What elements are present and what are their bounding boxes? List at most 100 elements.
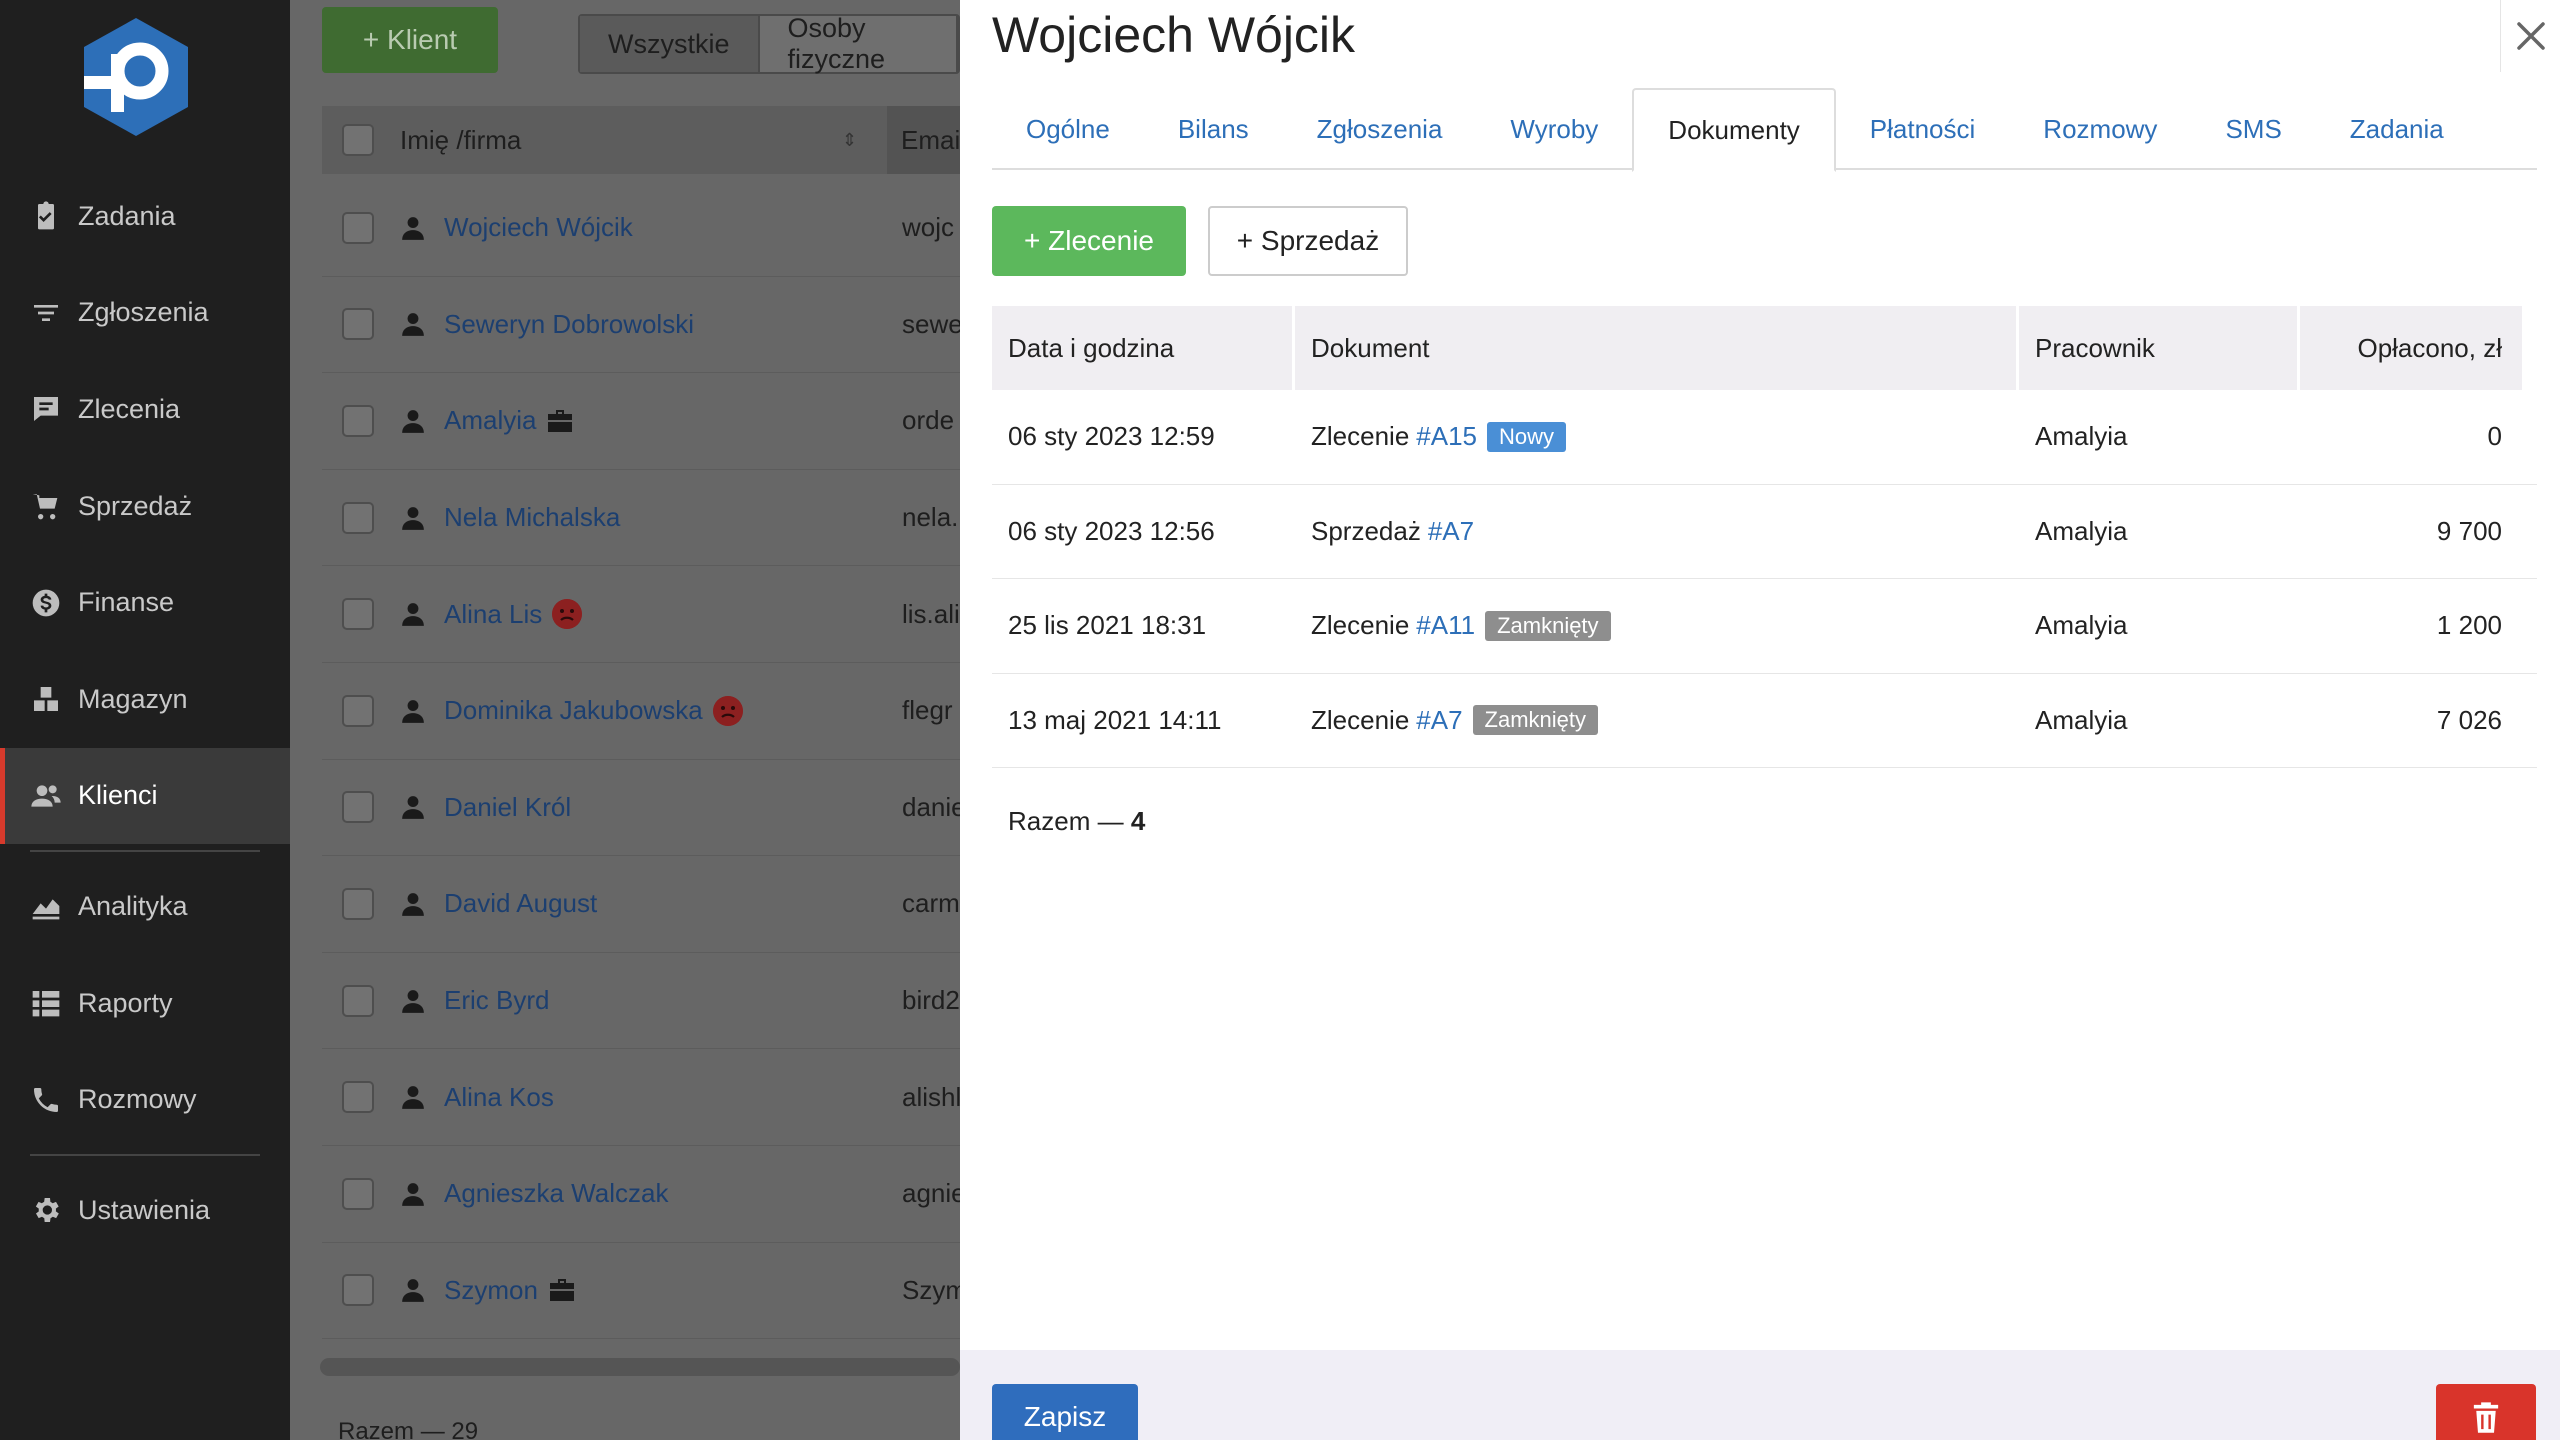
client-name[interactable]: Alina Lis [444,599,542,630]
row-checkbox[interactable] [342,1081,374,1114]
row-checkbox[interactable] [342,984,374,1017]
row-checkbox[interactable] [342,1177,374,1210]
document-cell: Zlecenie #A11 Zamknięty [1295,579,2016,673]
document-link[interactable]: #A7 [1428,516,1474,547]
client-name-link[interactable]: Nela Michalska [444,502,620,533]
app-logo-icon[interactable] [80,16,192,138]
sidebar-item-zgloszenia[interactable]: Zgłoszenia [0,265,290,362]
client-name[interactable]: Amalyia [444,405,536,436]
filter-individuals-button[interactable]: Osoby fizyczne [759,13,958,74]
table-row[interactable]: Alina Kos alishl [322,1049,960,1146]
client-email: orde [902,405,955,436]
client-name-link[interactable]: Daniel Król [444,792,571,823]
sidebar-item-finanse[interactable]: Finanse [0,554,290,651]
row-checkbox[interactable] [342,501,374,534]
client-name-link[interactable]: Agnieszka Walczak [444,1178,668,1209]
save-button[interactable]: Zapisz [992,1384,1138,1440]
client-name[interactable]: Alina Kos [444,1082,554,1113]
client-name-link[interactable]: Wojciech Wójcik [444,212,633,243]
row-checkbox[interactable] [342,887,374,920]
tab-sms[interactable]: SMS [2191,88,2315,170]
report-list-icon [32,991,60,1017]
client-name[interactable]: Wojciech Wójcik [444,212,633,243]
tab-zadania[interactable]: Zadania [2316,88,2478,170]
client-name-link[interactable]: Eric Byrd [444,985,549,1016]
column-header-paid: Opłacono, zł [2300,306,2522,390]
sidebar-item-rozmowy[interactable]: Rozmowy [0,1051,290,1148]
add-client-button[interactable]: + Klient [322,7,498,73]
client-name[interactable]: David August [444,888,597,919]
row-checkbox[interactable] [342,211,374,244]
filter-icon [34,304,58,321]
row-checkbox[interactable] [342,598,374,631]
client-name[interactable]: Nela Michalska [444,502,620,533]
client-name[interactable]: Seweryn Dobrowolski [444,309,694,340]
column-header-name[interactable]: Imię /firma [400,125,521,156]
table-row[interactable]: Eric Byrd bird2 [322,953,960,1050]
filter-all-button[interactable]: Wszystkie [580,16,760,72]
close-button[interactable] [2500,0,2560,72]
document-link[interactable]: #A15 [1416,421,1477,452]
sidebar-item-zlecenia[interactable]: Zlecenia [0,361,290,458]
tab-bilans[interactable]: Bilans [1144,88,1283,170]
table-row[interactable]: Daniel Król danie [322,760,960,857]
tab-ogolne[interactable]: Ogólne [992,88,1144,170]
client-name-link[interactable]: Dominika Jakubowska [444,695,743,726]
client-name[interactable]: Daniel Król [444,792,571,823]
document-paid: 0 [2487,421,2502,452]
table-row[interactable]: Alina Lis lis.ali [322,566,960,663]
row-checkbox[interactable] [342,308,374,341]
client-name[interactable]: Szymon [444,1275,538,1306]
horizontal-scrollbar[interactable] [320,1358,960,1376]
gear-icon [35,1198,59,1223]
column-header-email[interactable]: Emai [887,106,960,174]
client-name[interactable]: Dominika Jakubowska [444,695,703,726]
sidebar-item-ustawienia[interactable]: Ustawienia [0,1162,290,1259]
add-order-button[interactable]: + Zlecenie [992,206,1186,276]
add-sale-button[interactable]: + Sprzedaż [1208,206,1408,276]
client-name-link[interactable]: Seweryn Dobrowolski [444,309,694,340]
unhappy-face-icon [712,695,743,726]
tab-dokumenty[interactable]: Dokumenty [1632,88,1836,172]
tab-platnosci[interactable]: Płatności [1836,88,2010,170]
table-row[interactable]: Wojciech Wójcik wojc [322,180,960,277]
tab-rozmowy[interactable]: Rozmowy [2009,88,2191,170]
tab-wyroby[interactable]: Wyroby [1476,88,1632,170]
table-row[interactable]: Amalyia orde [322,373,960,470]
client-name-link[interactable]: David August [444,888,597,919]
select-all-checkbox[interactable] [342,124,374,156]
row-checkbox[interactable] [342,791,374,824]
document-type: Sprzedaż [1311,515,1421,546]
document-link[interactable]: #A11 [1416,610,1475,641]
sidebar-item-magazyn[interactable]: Magazyn [0,651,290,748]
client-name-link[interactable]: Alina Lis [444,599,583,630]
sidebar-item-raporty[interactable]: Raporty [0,955,290,1052]
table-row[interactable]: Seweryn Dobrowolski sewe [322,277,960,374]
document-link[interactable]: #A7 [1416,705,1462,736]
sidebar-item-analityka[interactable]: Analityka [0,858,290,955]
person-icon [402,216,424,240]
detail-tabs: Ogólne Bilans Zgłoszenia Wyroby Dokument… [992,88,2537,172]
row-checkbox[interactable] [342,1274,374,1307]
row-checkbox[interactable] [342,694,374,727]
document-cell: Zlecenie #A15 Nowy [1295,390,2016,484]
table-row[interactable]: Szymon Szym [322,1243,960,1340]
table-row[interactable]: Dominika Jakubowska flegr [322,663,960,760]
row-checkbox[interactable] [342,404,374,437]
warehouse-icon [34,687,58,712]
client-name-link[interactable]: Szymon [444,1275,576,1306]
sort-icon[interactable]: ⇕ [842,130,857,151]
tab-zgloszenia[interactable]: Zgłoszenia [1283,88,1477,170]
table-row[interactable]: Agnieszka Walczak agnie [322,1146,960,1243]
sidebar-item-klienci[interactable]: Klienci [0,747,290,845]
sidebar-item-zadania[interactable]: Zadania [0,168,290,265]
delete-button[interactable] [2436,1384,2536,1440]
client-name-link[interactable]: Alina Kos [444,1082,554,1113]
table-row[interactable]: David August carm [322,856,960,953]
sidebar-item-sprzedaz[interactable]: Sprzedaż [0,458,290,555]
client-name-link[interactable]: Amalyia [444,405,574,436]
client-name[interactable]: Eric Byrd [444,985,549,1016]
client-name[interactable]: Agnieszka Walczak [444,1178,668,1209]
unhappy-face-icon [552,599,583,630]
table-row[interactable]: Nela Michalska nela. [322,470,960,567]
